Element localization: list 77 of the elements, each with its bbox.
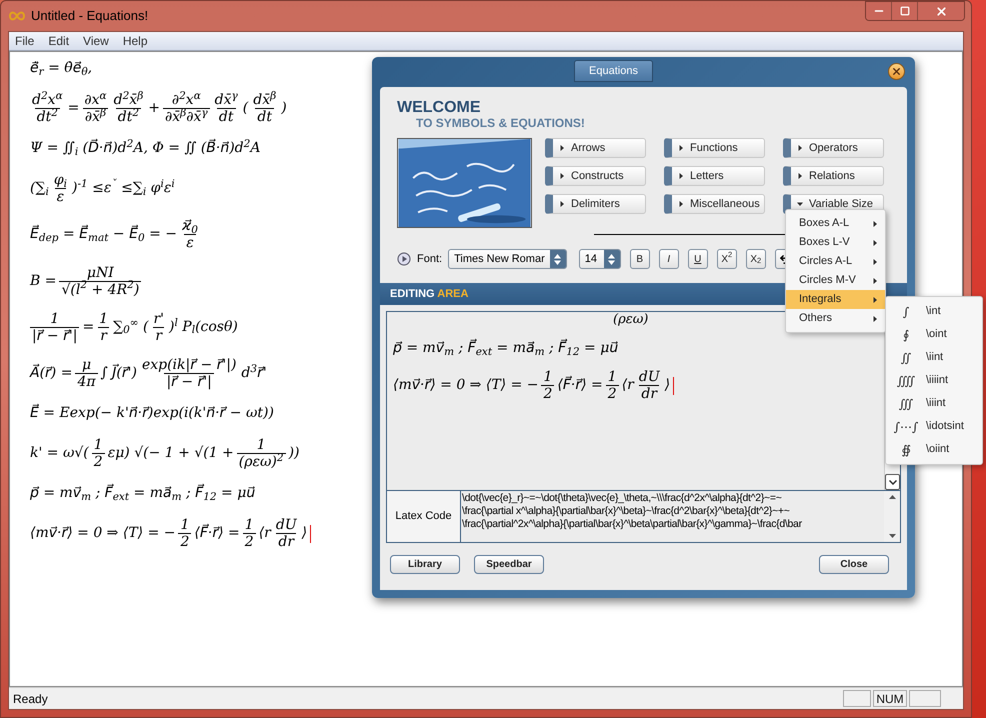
status-text: Ready	[13, 690, 49, 708]
size-select[interactable]: 14	[578, 249, 621, 269]
menu-item[interactable]: Circles A-L	[786, 252, 885, 271]
caret-right-icon	[559, 201, 565, 207]
status-panel	[843, 690, 871, 707]
welcome-subtitle: TO SYMBOLS & EQUATIONS!	[415, 116, 586, 130]
close-dialog-button[interactable]: Close	[819, 555, 889, 574]
integral-menu-item[interactable]: ⨌ \iiiint	[886, 369, 982, 392]
format-button[interactable]: X$^{2}$	[716, 249, 737, 269]
font-select[interactable]: Times New Romar	[448, 249, 567, 269]
menu-item[interactable]: Others	[786, 309, 885, 328]
category-button[interactable]: Delimiters	[545, 194, 646, 214]
caret-right-icon	[872, 258, 878, 264]
caret-right-icon	[678, 201, 684, 207]
equation: e⃗̇$_{r}$ = θ̇e⃗$_{θ}$,	[30, 59, 92, 79]
dialog-button[interactable]: Speedbar	[474, 555, 544, 574]
menu-item[interactable]: Edit	[48, 32, 70, 50]
dialog-button[interactable]: Library	[390, 555, 460, 574]
caret-right-icon	[678, 173, 684, 179]
format-button[interactable]: X$_{2}$	[746, 249, 766, 269]
equation: Ψ = ∬$_{i}$ (D⃗·n⃗)d$^{2}$A, Φ = ∬ (B⃗·n⃗)d$^{2}$A	[30, 138, 260, 160]
integral-menu-item[interactable]: ∫ \int	[886, 300, 982, 323]
caret-right-icon	[872, 220, 878, 226]
close-button[interactable]	[888, 63, 905, 80]
category-button[interactable]: Functions	[664, 138, 765, 158]
caret-right-icon	[797, 173, 803, 179]
editing-area-heading: EDITING AREA	[390, 286, 468, 302]
welcome-heading: WELCOME	[397, 99, 482, 116]
category-button[interactable]: Constructs	[545, 166, 646, 186]
caret-right-icon	[559, 145, 565, 151]
close-button[interactable]	[918, 2, 964, 20]
format-button[interactable]: U	[688, 249, 708, 269]
window-title: Untitled - Equations!	[31, 7, 148, 26]
menu-item[interactable]: Circles M-V	[786, 271, 885, 290]
menu-item[interactable]: Integrals	[786, 290, 885, 309]
caret-right-icon	[872, 296, 878, 302]
close-icon	[891, 66, 902, 77]
menu-item[interactable]: File	[15, 32, 34, 50]
caret-right-icon	[797, 145, 803, 151]
up-down-arrows-icon	[608, 254, 616, 264]
caret-down-icon	[797, 201, 803, 207]
category-button[interactable]: Arrows	[545, 138, 646, 158]
status-panel	[909, 690, 941, 707]
integral-menu-item[interactable]: ∭ \iiint	[886, 392, 982, 415]
menu-item[interactable]: View	[83, 32, 109, 50]
equation: E⃗ = Eexp(− k'n⃗·r⃗)exp(i(k'n⃗·r⃗ − ωt))	[30, 403, 274, 424]
menu-item[interactable]: Boxes L-V	[786, 233, 885, 252]
chevron-down-icon[interactable]	[888, 480, 896, 484]
num-lock-indicator: NUM	[873, 690, 907, 707]
dialog-tab[interactable]: Equations	[574, 60, 653, 82]
integral-menu-item[interactable]: ∯ \oiint	[886, 438, 982, 461]
integral-menu-item[interactable]: ∬ \iint	[886, 346, 982, 369]
equation: (ρεω)	[613, 312, 648, 328]
equation: p⃗ = mv⃗$_{m}$ ; F⃗$_{ext}$ = ma⃗$_{m}$ ; F⃗$_{12}$ = μu⃗	[30, 483, 256, 504]
up-down-arrows-icon	[554, 254, 562, 264]
format-button[interactable]: I	[658, 249, 679, 269]
close-icon	[934, 4, 948, 18]
caret-right-icon	[872, 240, 878, 246]
minimize-button[interactable]	[866, 2, 892, 20]
menu-item[interactable]: Boxes A-L	[786, 214, 885, 233]
play-icon[interactable]	[397, 252, 411, 266]
menu-item[interactable]: Help	[122, 32, 148, 50]
infinity-icon	[9, 11, 25, 21]
maximize-button[interactable]	[892, 2, 918, 20]
format-button[interactable]: B	[630, 249, 650, 269]
category-button[interactable]: Miscellaneous	[664, 194, 765, 214]
caret-right-icon	[559, 173, 565, 179]
category-button[interactable]: Relations	[783, 166, 884, 186]
caret-right-icon	[872, 316, 878, 322]
caret-right-icon	[678, 145, 684, 151]
category-button[interactable]: Letters	[664, 166, 765, 186]
equation: p⃗ = mv⃗$_{m}$ ; F⃗$_{ext}$ = ma⃗$_{m}$ ; F⃗$_{12}$ = μu⃗	[393, 338, 618, 359]
font-label: Font:	[417, 252, 442, 267]
maximize-icon	[900, 6, 910, 16]
category-button[interactable]: Operators	[783, 138, 884, 158]
integral-menu-item[interactable]: ∫⋯∫ \idotsint	[886, 415, 982, 438]
integral-menu-item[interactable]: ∮ \oint	[886, 323, 982, 346]
